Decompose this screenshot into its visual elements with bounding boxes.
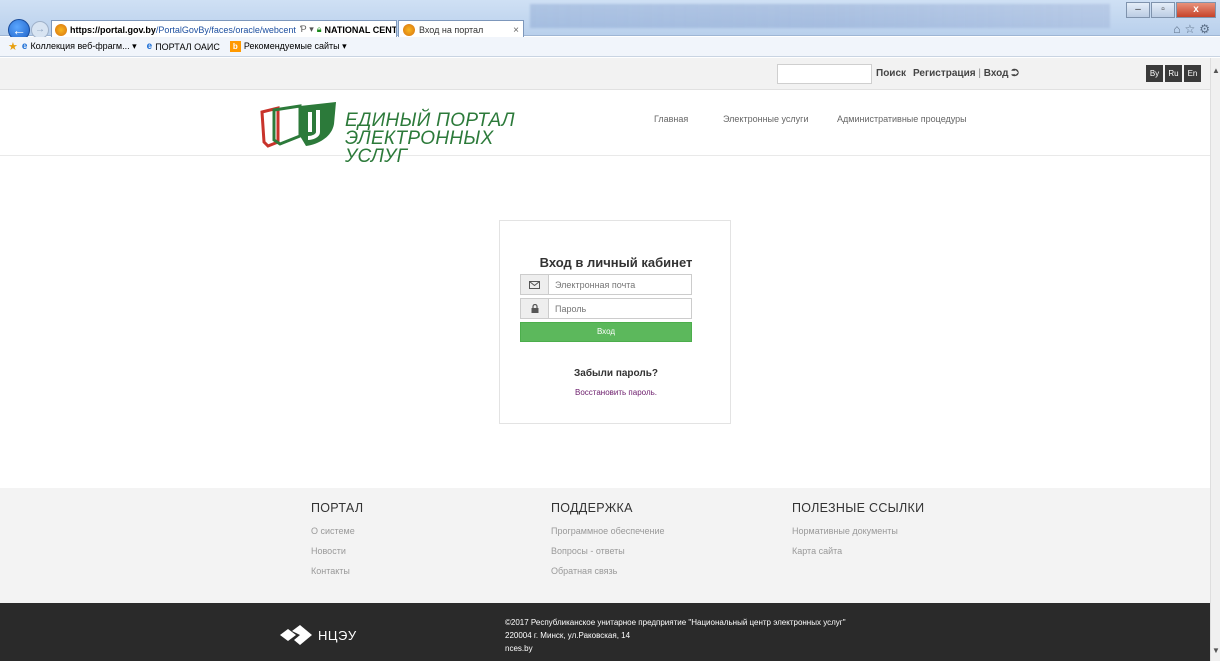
footer-column-title: ПОДДЕРЖКА xyxy=(551,501,633,515)
footer-link[interactable]: Обратная связь xyxy=(551,565,664,585)
lang-en-button[interactable]: En xyxy=(1184,65,1201,82)
favorites-bar: ★ e Коллекция веб-фрагм... ▾ e ПОРТАЛ ОА… xyxy=(0,37,1220,57)
maximize-button[interactable]: ▫ xyxy=(1151,2,1175,18)
scroll-up-icon[interactable]: ▲ xyxy=(1212,66,1220,75)
minimize-button[interactable]: – xyxy=(1126,2,1150,18)
portal-emblem-icon xyxy=(260,102,336,148)
login-button[interactable]: Вход xyxy=(520,322,692,342)
favorites-item-label: ПОРТАЛ ОАИС xyxy=(155,41,220,52)
portal-logo-text: ЕДИНЫЙ ПОРТАЛ ЭЛЕКТРОННЫХ УСЛУГ xyxy=(345,111,540,167)
password-field[interactable] xyxy=(520,298,692,319)
forgot-password-title: Забыли пароль? xyxy=(574,368,658,379)
footer-link[interactable]: Карта сайта xyxy=(792,545,924,565)
address-host: https://portal.gov.by xyxy=(70,24,156,35)
favorites-star-icon[interactable]: ☆ xyxy=(1184,22,1199,36)
footer-bottom-bar: НЦЭУ ©2017 Республиканское унитарное пре… xyxy=(0,603,1210,661)
ie-page-icon: e xyxy=(146,41,153,52)
org-site-link[interactable]: nces.by xyxy=(505,642,846,655)
auth-separator: | xyxy=(978,68,981,79)
portal-topbar: Поиск Регистрация | Вход ⮊ By Ru En xyxy=(0,58,1210,90)
nces-logo[interactable]: НЦЭУ xyxy=(278,625,357,645)
footer-column-title: ПОЛЕЗНЫЕ ССЫЛКИ xyxy=(792,501,925,515)
nces-emblem-icon xyxy=(280,625,312,645)
portal-header: ЕДИНЫЙ ПОРТАЛ ЭЛЕКТРОННЫХ УСЛУГ xyxy=(0,90,1210,166)
nav-home[interactable]: Главная xyxy=(654,114,688,124)
footer-link[interactable]: Нормативные документы xyxy=(792,525,924,545)
page-scrollbar[interactable]: ▲ ▼ xyxy=(1210,58,1220,661)
password-input[interactable] xyxy=(549,299,691,318)
footer-link[interactable]: Вопросы - ответы xyxy=(551,545,664,565)
favorites-item-label: Рекомендуемые сайты ▾ xyxy=(243,41,347,51)
search-input[interactable] xyxy=(777,64,872,84)
register-link[interactable]: Регистрация xyxy=(913,68,976,79)
login-link[interactable]: Вход xyxy=(984,68,1009,79)
favorites-item-label: Коллекция веб-фрагм... ▾ xyxy=(30,41,137,51)
login-arrow-icon[interactable]: ⮊ xyxy=(1011,68,1019,79)
window-controls: – ▫ x xyxy=(1126,2,1216,18)
auth-links: Регистрация | Вход ⮊ xyxy=(913,68,1019,79)
login-card: Вход в личный кабинет Вход Забыли пароль… xyxy=(499,220,731,424)
page-footer: ПОРТАЛ О системе Новости Контакты ПОДДЕР… xyxy=(0,488,1210,603)
nav-admin-procedures[interactable]: Административные процедуры xyxy=(837,114,967,124)
blurred-background-tabs xyxy=(530,4,1110,28)
bing-icon: b xyxy=(229,41,241,52)
favorites-item-portal-oais[interactable]: e ПОРТАЛ ОАИС xyxy=(147,41,220,52)
favorites-item-suggested-sites[interactable]: b Рекомендуемые сайты ▾ xyxy=(229,41,347,52)
lock-icon: 🔒︎ xyxy=(316,24,322,34)
language-switcher: By Ru En xyxy=(1146,65,1201,82)
certificate-name[interactable]: NATIONAL CENTER OF ... xyxy=(325,25,396,35)
settings-gear-icon[interactable]: ⚙ xyxy=(1199,22,1214,36)
org-address: 220004 г. Минск, ул.Раковская, 14 xyxy=(505,631,631,640)
footer-link[interactable]: Программное обеспечение xyxy=(551,525,664,545)
email-input[interactable] xyxy=(549,275,691,294)
footer-column-useful-links: ПОЛЕЗНЫЕ ССЫЛКИ Нормативные документы Ка… xyxy=(792,501,924,565)
favorites-star-icon[interactable]: ★ xyxy=(8,40,18,53)
lock-icon xyxy=(521,299,549,318)
tab-favicon-icon xyxy=(403,24,415,36)
footer-column-title: ПОРТАЛ xyxy=(311,501,364,515)
email-field[interactable] xyxy=(520,274,692,295)
envelope-icon xyxy=(521,275,549,294)
footer-column-support: ПОДДЕРЖКА Программное обеспечение Вопрос… xyxy=(551,501,664,585)
footer-link[interactable]: Контакты xyxy=(311,565,363,585)
copyright-text: ©2017 Республиканское унитарное предприя… xyxy=(505,618,846,627)
nces-logo-text: НЦЭУ xyxy=(318,627,357,643)
tab-title: Вход на портал xyxy=(419,25,484,35)
scroll-down-icon[interactable]: ▼ xyxy=(1212,646,1220,655)
footer-copyright: ©2017 Республиканское унитарное предприя… xyxy=(505,616,846,655)
logo-line2: ЭЛЕКТРОННЫХ УСЛУГ xyxy=(345,128,494,167)
portal-logo[interactable]: ЕДИНЫЙ ПОРТАЛ ЭЛЕКТРОННЫХ УСЛУГ xyxy=(260,102,540,166)
footer-link[interactable]: О системе xyxy=(311,525,363,545)
browser-toolbar-icons: ⌂☆⚙ xyxy=(1173,22,1214,36)
home-icon[interactable]: ⌂ xyxy=(1173,22,1184,36)
site-favicon-icon xyxy=(55,23,67,36)
address-path: /PortalGovBy/faces/oracle/webcent xyxy=(155,24,296,35)
lang-by-button[interactable]: By xyxy=(1146,65,1163,82)
footer-link[interactable]: Новости xyxy=(311,545,363,565)
tab-close-icon[interactable]: × xyxy=(513,25,519,36)
restore-password-link[interactable]: Восстановить пароль. xyxy=(500,388,732,397)
close-window-button[interactable]: x xyxy=(1176,2,1216,18)
search-link[interactable]: Поиск xyxy=(876,68,906,79)
nav-e-services[interactable]: Электронные услуги xyxy=(723,114,808,124)
lang-ru-button[interactable]: Ru xyxy=(1165,65,1182,82)
search-dropdown-icon[interactable]: Ƥ ▾ xyxy=(300,24,314,35)
favorites-item-collection[interactable]: e Коллекция веб-фрагм... ▾ xyxy=(22,41,137,52)
ie-page-icon: e xyxy=(21,41,28,52)
login-title: Вход в личный кабинет xyxy=(539,255,693,270)
footer-column-portal: ПОРТАЛ О системе Новости Контакты xyxy=(311,501,363,585)
